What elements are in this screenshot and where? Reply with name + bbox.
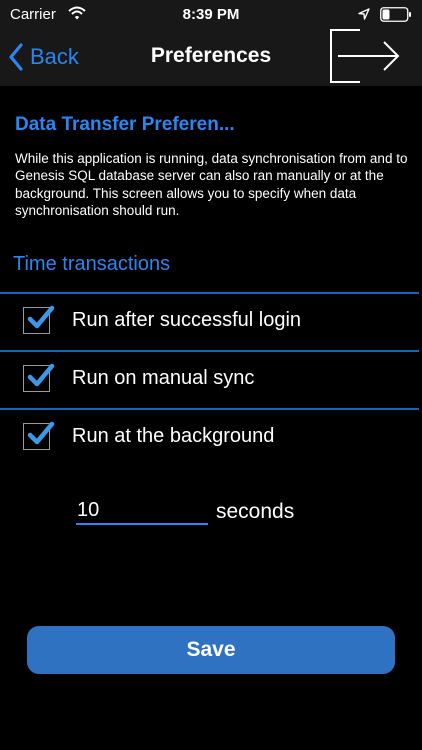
checkbox[interactable] — [23, 363, 55, 392]
logout-arrow-icon[interactable] — [326, 27, 402, 85]
location-arrow-icon — [358, 8, 370, 20]
option-label: Run after successful login — [72, 309, 302, 331]
option-run-after-login[interactable]: Run after successful login — [0, 294, 419, 350]
navigation-bar: Back Preferences — [0, 27, 422, 86]
checkbox[interactable] — [23, 421, 55, 450]
section-heading: Data Transfer Preferen... — [15, 114, 235, 135]
checkbox[interactable] — [23, 305, 55, 334]
checkmark-icon — [27, 363, 55, 387]
battery-icon — [380, 7, 411, 22]
option-label: Run on manual sync — [72, 367, 255, 389]
group-title: Time transactions — [13, 253, 171, 275]
save-button[interactable]: Save — [27, 626, 395, 674]
interval-unit-label: seconds — [216, 500, 295, 523]
description-text: While this application is running, data … — [15, 151, 408, 218]
checkmark-icon — [27, 421, 55, 445]
option-run-at-background[interactable]: Run at the background — [0, 410, 419, 466]
interval-seconds-input[interactable] — [76, 497, 208, 525]
option-label: Run at the background — [72, 425, 275, 447]
checkmark-icon — [27, 305, 55, 329]
status-bar: Carrier 8:39 PM — [0, 0, 422, 30]
option-run-on-manual-sync[interactable]: Run on manual sync — [0, 352, 419, 408]
